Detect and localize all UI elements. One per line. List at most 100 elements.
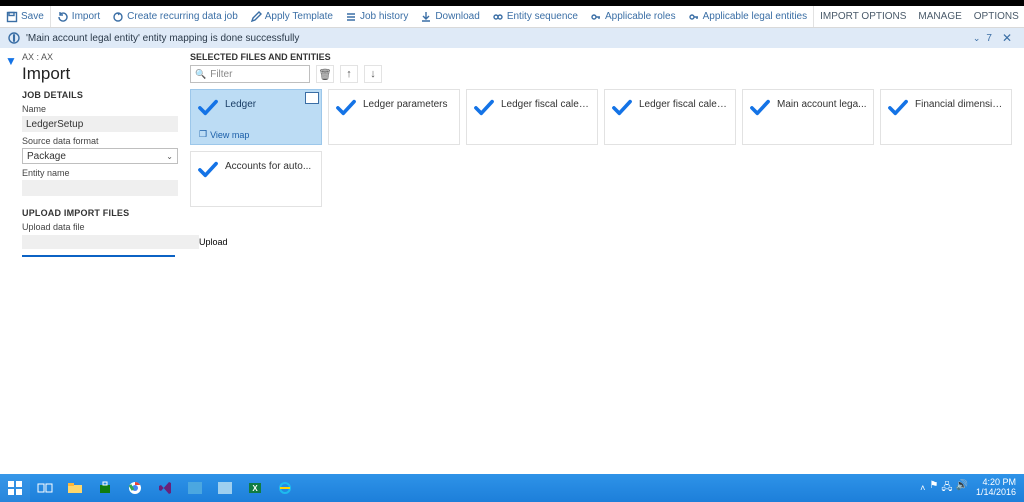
link-icon (492, 11, 504, 23)
store-icon[interactable] (90, 474, 120, 502)
source-label: Source data format (22, 136, 178, 146)
entity-card-name: Ledger fiscal calen... (639, 99, 729, 110)
source-format-select[interactable]: Package ⌄ (22, 148, 178, 164)
applicable-legal-entities-button[interactable]: Applicable legal entities (682, 6, 815, 27)
network-icon[interactable]: 🖧 (941, 480, 952, 497)
list-icon (345, 11, 357, 23)
upload-header: UPLOAD IMPORT FILES (22, 208, 178, 218)
funnel-icon[interactable]: ▼ (5, 54, 17, 68)
pencil-icon (250, 11, 262, 23)
check-icon (197, 160, 219, 178)
move-up-button[interactable]: ↑ (340, 65, 358, 83)
arrow-down-icon: ↓ (370, 68, 376, 80)
options-button[interactable]: OPTIONS (968, 6, 1024, 27)
entity-card[interactable]: Financial dimensio... (880, 89, 1012, 145)
check-icon (197, 98, 219, 116)
create-recurring-button[interactable]: Create recurring data job (106, 6, 244, 27)
svg-text:i: i (13, 34, 15, 43)
filter-placeholder: Filter (210, 69, 232, 80)
name-field[interactable] (22, 116, 178, 132)
filter-input[interactable]: 🔍 Filter (190, 65, 310, 83)
app1-icon[interactable] (180, 474, 210, 502)
import-options-button[interactable]: IMPORT OPTIONS (814, 6, 912, 27)
entity-card-name: Main account lega... (777, 99, 867, 110)
entity-label: Entity name (22, 168, 178, 178)
chevron-down-icon[interactable]: ⌄ (973, 33, 981, 44)
check-icon (887, 98, 909, 116)
info-icon: i (8, 32, 20, 44)
entity-sequence-button[interactable]: Entity sequence (486, 6, 584, 27)
entity-cards: Ledger❒View mapLedger parametersLedger f… (190, 89, 1014, 207)
check-icon (749, 98, 771, 116)
options-label: OPTIONS (974, 11, 1019, 22)
app2-icon[interactable] (210, 474, 240, 502)
flag-icon[interactable]: ⚑ (929, 480, 938, 497)
trash-icon: 🗑 (318, 68, 332, 81)
clock[interactable]: 4:20 PM 1/14/2016 (972, 478, 1020, 498)
job-history-button[interactable]: Job history (339, 6, 414, 27)
create-recurring-label: Create recurring data job (127, 11, 238, 22)
job-details-header: JOB DETAILS (22, 90, 178, 100)
search-icon: 🔍 (195, 69, 206, 80)
refresh-icon (57, 11, 69, 23)
svg-text:X: X (252, 484, 258, 493)
job-history-label: Job history (360, 11, 408, 22)
excel-icon[interactable]: X (240, 474, 270, 502)
entity-sequence-label: Entity sequence (507, 11, 578, 22)
breadcrumb: AX : AX (22, 52, 178, 62)
entity-name-field[interactable] (22, 180, 178, 196)
source-format-value: Package (27, 151, 66, 162)
move-down-button[interactable]: ↓ (364, 65, 382, 83)
save-button[interactable]: Save (0, 6, 51, 27)
work-area: ▼ AX : AX Import JOB DETAILS Name Source… (0, 48, 1024, 474)
apply-template-label: Apply Template (265, 11, 333, 22)
check-icon (335, 98, 357, 116)
notice-count: 7 (986, 33, 992, 44)
manage-button[interactable]: MANAGE (912, 6, 967, 27)
page-title: Import (22, 64, 178, 84)
action-bar: Save Import Create recurring data job Ap… (0, 6, 1024, 28)
entity-card-name: Ledger (225, 99, 256, 110)
filter-column: ▼ (0, 48, 22, 474)
save-icon (6, 11, 18, 23)
arrow-up-icon: ↑ (346, 68, 352, 80)
delete-button[interactable]: 🗑 (316, 65, 334, 83)
upload-file-field[interactable] (22, 235, 199, 249)
applicable-roles-label: Applicable roles (605, 11, 676, 22)
vs-icon[interactable] (150, 474, 180, 502)
notice-close-icon[interactable]: ✕ (998, 31, 1016, 45)
download-button[interactable]: Download (414, 6, 485, 27)
apply-template-button[interactable]: Apply Template (244, 6, 339, 27)
taskview-icon[interactable] (30, 474, 60, 502)
explorer-icon[interactable] (60, 474, 90, 502)
manage-label: MANAGE (918, 11, 961, 22)
clock-date: 1/14/2016 (976, 488, 1016, 498)
entity-card[interactable]: Ledger fiscal calen... (604, 89, 736, 145)
volume-icon[interactable]: 🔊 (956, 480, 968, 497)
map-icon: ❒ (199, 129, 207, 140)
download-icon (420, 11, 432, 23)
card-checkbox[interactable] (305, 92, 319, 104)
save-label: Save (21, 11, 44, 22)
download-label: Download (435, 11, 479, 22)
entity-card[interactable]: Main account lega... (742, 89, 874, 145)
applicable-roles-button[interactable]: Applicable roles (584, 6, 682, 27)
key-icon (590, 11, 602, 23)
chrome-icon[interactable] (120, 474, 150, 502)
recurring-icon (112, 11, 124, 23)
entity-card-name: Financial dimensio... (915, 99, 1005, 110)
entity-card[interactable]: Ledger parameters (328, 89, 460, 145)
start-button[interactable] (0, 474, 30, 502)
import-button[interactable]: Import (51, 6, 106, 27)
name-label: Name (22, 104, 178, 114)
entity-card[interactable]: Ledger ❒View map (190, 89, 322, 145)
key2-icon (688, 11, 700, 23)
upload-file-label: Upload data file (22, 222, 178, 232)
entity-card[interactable]: Ledger fiscal calen... (466, 89, 598, 145)
view-map-link[interactable]: ❒View map (199, 129, 249, 140)
ie-icon[interactable] (270, 474, 300, 502)
entity-card[interactable]: Accounts for auto... (190, 151, 322, 207)
tray-chevron-icon[interactable]: ˄ (920, 483, 925, 493)
applicable-legal-entities-label: Applicable legal entities (703, 11, 808, 22)
selected-entities-header: SELECTED FILES AND ENTITIES (190, 52, 1014, 62)
